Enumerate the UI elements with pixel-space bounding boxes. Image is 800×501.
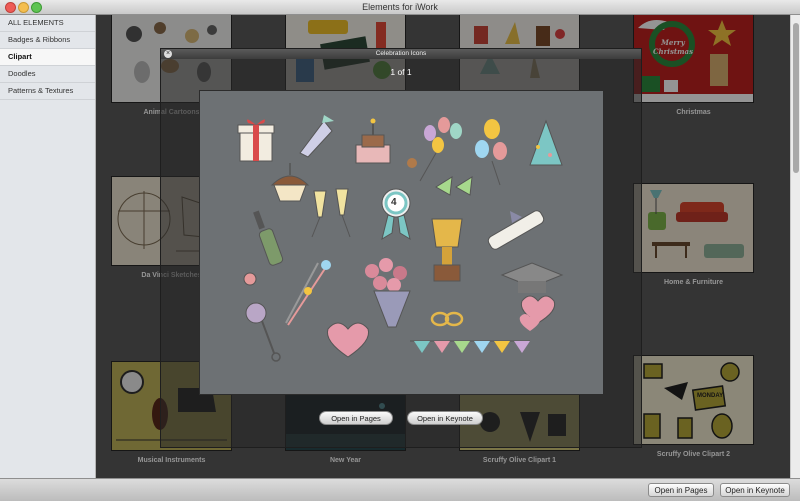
gift-box-icon	[237, 119, 275, 162]
bottom-toolbar: Open in Pages Open in Keynote	[0, 478, 800, 501]
popup-title: Celebration Icons	[161, 49, 641, 59]
zoom-window-button[interactable]	[31, 2, 42, 13]
preview-image: 4	[199, 90, 604, 395]
minimize-window-button[interactable]	[18, 2, 29, 13]
sidebar-item-all-elements[interactable]: ALL ELEMENTS	[0, 15, 95, 32]
window-title: Elements for iWork	[362, 2, 438, 12]
sidebar-item-badges-ribbons[interactable]: Badges & Ribbons	[0, 32, 95, 49]
scrollbar-thumb[interactable]	[793, 23, 799, 173]
popup-open-in-pages-button[interactable]: Open in Pages	[319, 411, 393, 425]
sidebar-item-patterns-textures[interactable]: Patterns & Textures	[0, 83, 95, 100]
close-window-button[interactable]	[5, 2, 16, 13]
badge-number: 4	[391, 197, 397, 208]
open-in-keynote-button[interactable]: Open in Keynote	[720, 483, 790, 497]
vertical-scrollbar[interactable]	[790, 15, 800, 478]
open-in-pages-button[interactable]: Open in Pages	[648, 483, 714, 497]
sidebar: ALL ELEMENTS Badges & Ribbons Clipart Do…	[0, 15, 96, 478]
sidebar-item-clipart[interactable]: Clipart	[0, 49, 95, 66]
page-indicator: 1 of 1	[390, 67, 412, 77]
popup-open-in-keynote-button[interactable]: Open in Keynote	[407, 411, 483, 425]
preview-popup: Celebration Icons × 1 of 1 4 Open in Pag…	[160, 48, 642, 448]
window-titlebar: Elements for iWork	[0, 0, 800, 15]
popup-close-icon[interactable]: ×	[164, 50, 172, 58]
sidebar-item-doodles[interactable]: Doodles	[0, 66, 95, 83]
